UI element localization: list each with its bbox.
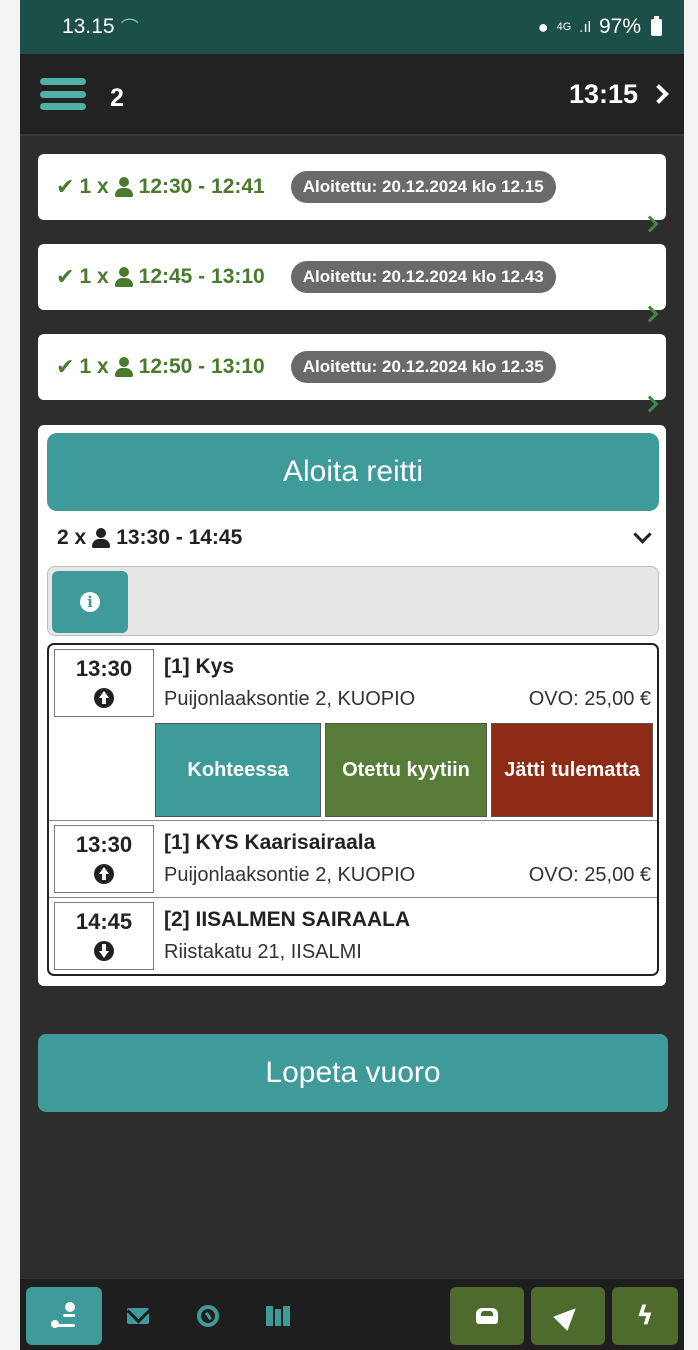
- header-clock: 13:15: [568, 78, 638, 109]
- route-time-range: 13:30 - 14:45: [116, 526, 243, 549]
- stop-address: Riistakatu 21, IISALMI: [164, 941, 362, 963]
- stop-time-box: 14:45: [54, 902, 154, 970]
- stop-address: Puijonlaaksontie 2, KUOPIO: [164, 864, 416, 886]
- trip-passengers: 1 x: [79, 355, 109, 378]
- trip-time-range: 12:30 - 12:41: [138, 175, 265, 198]
- trip-time-range: 12:50 - 13:10: [138, 355, 265, 378]
- stop-time-box: 13:30: [54, 825, 154, 893]
- vehicle-button[interactable]: [450, 1287, 524, 1345]
- info-button[interactable]: i: [52, 571, 128, 633]
- stop-price: OVO: 25,00 €: [528, 864, 651, 886]
- app-notification-icon: ⌒: [120, 18, 139, 38]
- battery-level: 97%: [598, 15, 641, 38]
- navigation-arrow-icon: [553, 1301, 583, 1331]
- chevron-right-icon: [641, 395, 659, 413]
- chevron-right-icon: [649, 84, 669, 104]
- phone-screen: 13.15 ⌒ ● 4G .ıl 97% 2 13:15 ✔ 1 x 12:30…: [20, 0, 684, 1350]
- started-badge: Aloitettu: 20.12.2024 klo 12.35: [290, 351, 556, 383]
- pickup-arrow-icon: [94, 688, 114, 708]
- stop-row: 14:45 [2] IISALMEN SAIRAALA Riistakatu 2…: [49, 897, 657, 974]
- trip-passengers: 1 x: [79, 175, 109, 198]
- route-tab[interactable]: [26, 1287, 102, 1345]
- status-indicators: ● 4G .ıl 97%: [538, 15, 662, 39]
- route-header[interactable]: 2 x 13:30 - 14:45: [57, 523, 652, 553]
- trip-time-range: 12:45 - 13:10: [138, 265, 265, 288]
- mail-icon: [127, 1308, 149, 1324]
- route-passengers: 2 x: [57, 526, 87, 549]
- trip-summary: ✔ 1 x 12:45 - 13:10: [56, 264, 265, 290]
- person-icon: [91, 528, 111, 548]
- dashboard-icon: [197, 1305, 219, 1327]
- map-tab[interactable]: [250, 1287, 306, 1345]
- chevron-right-icon: [641, 305, 659, 323]
- stop-row: 13:30 [1] Kys Puijonlaaksontie 2, KUOPIO…: [49, 645, 657, 820]
- route-icon: [49, 1302, 79, 1330]
- top-bar: 2 13:15: [20, 54, 684, 136]
- person-icon: [114, 267, 134, 287]
- messages-tab[interactable]: [110, 1287, 166, 1345]
- stop-time-box: 13:30: [54, 649, 154, 717]
- trip-summary: ✔ 1 x 12:30 - 12:41: [56, 174, 265, 200]
- stop-price: OVO: 25,00 €: [528, 688, 651, 710]
- status-time: 13.15: [62, 15, 115, 38]
- route-count: 2: [110, 83, 124, 112]
- stop-time: 13:30: [75, 656, 133, 681]
- stop-row: 13:30 [1] KYS Kaarisairaala Puijonlaakso…: [49, 820, 657, 897]
- started-badge: Aloitettu: 20.12.2024 klo 12.43: [290, 261, 556, 293]
- menu-icon[interactable]: [40, 78, 86, 110]
- navigate-button[interactable]: [531, 1287, 605, 1345]
- trip-card[interactable]: ✔ 1 x 12:45 - 13:10 Aloitettu: 20.12.202…: [38, 244, 666, 323]
- end-shift-button[interactable]: Lopeta vuoro: [38, 1034, 668, 1112]
- dashboard-tab[interactable]: [180, 1287, 236, 1345]
- chevron-down-icon[interactable]: [633, 524, 652, 544]
- stop-address: Puijonlaaksontie 2, KUOPIO: [164, 688, 416, 710]
- stop-time: 13:30: [75, 832, 133, 857]
- car-icon: [476, 1308, 498, 1324]
- trip-card[interactable]: ✔ 1 x 12:30 - 12:41 Aloitettu: 20.12.202…: [38, 154, 666, 233]
- bottom-nav: ϟ: [20, 1278, 684, 1350]
- active-route-panel: Aloita reitti 2 x 13:30 - 14:45 i 13:30 …: [38, 425, 666, 986]
- clock-next-button[interactable]: 13:15: [568, 78, 669, 110]
- signal-icon: .ıl: [579, 18, 591, 36]
- check-icon: ✔: [56, 264, 75, 289]
- info-bar: i: [47, 566, 659, 636]
- stop-name: [1] KYS Kaarisairaala: [164, 831, 376, 854]
- location-icon: ●: [537, 16, 549, 37]
- started-badge: Aloitettu: 20.12.2024 klo 12.15: [290, 171, 556, 203]
- start-route-button[interactable]: Aloita reitti: [47, 433, 659, 511]
- stop-time: 14:45: [75, 909, 133, 934]
- trip-passengers: 1 x: [79, 265, 109, 288]
- dropoff-arrow-icon: [94, 941, 114, 961]
- stop-list: 13:30 [1] Kys Puijonlaaksontie 2, KUOPIO…: [47, 643, 659, 976]
- no-show-button[interactable]: Jätti tulematta: [491, 723, 653, 817]
- info-icon: i: [80, 592, 100, 612]
- arrived-button[interactable]: Kohteessa: [155, 723, 321, 817]
- check-icon: ✔: [56, 174, 75, 199]
- stop-name: [1] Kys: [164, 655, 235, 678]
- status-bar: 13.15 ⌒ ● 4G .ıl 97%: [20, 0, 684, 54]
- battery-icon: [651, 15, 662, 36]
- person-icon: [114, 177, 134, 197]
- picked-up-button[interactable]: Otettu kyytiin: [325, 723, 487, 817]
- check-icon: ✔: [56, 354, 75, 379]
- bolt-icon: ϟ: [636, 1301, 654, 1331]
- person-icon: [114, 357, 134, 377]
- pickup-arrow-icon: [94, 864, 114, 884]
- chevron-right-icon: [641, 215, 659, 233]
- quick-action-button[interactable]: ϟ: [612, 1287, 678, 1345]
- trip-summary: ✔ 1 x 12:50 - 13:10: [56, 354, 265, 380]
- map-icon: [266, 1306, 291, 1326]
- trip-card[interactable]: ✔ 1 x 12:50 - 13:10 Aloitettu: 20.12.202…: [38, 334, 666, 413]
- network-type: 4G: [556, 21, 572, 33]
- stop-name: [2] IISALMEN SAIRAALA: [164, 908, 411, 931]
